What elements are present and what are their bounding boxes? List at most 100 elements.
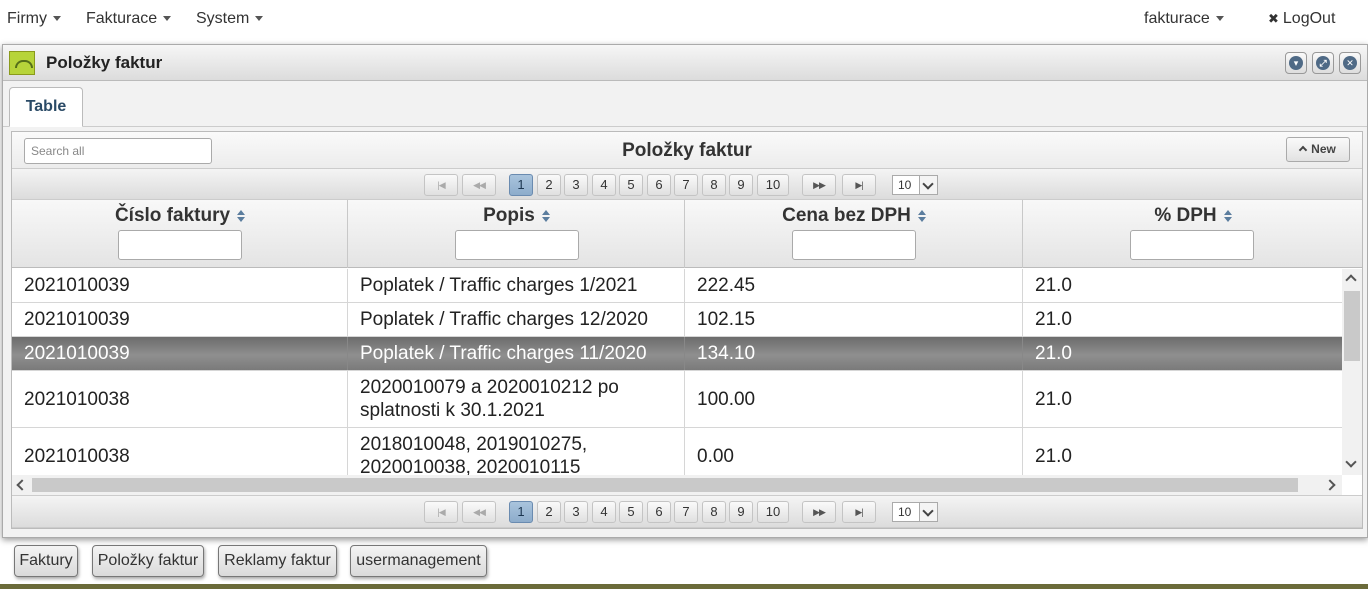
- close-window-button[interactable]: ✕: [1339, 52, 1361, 74]
- menu-fakturace-label: Fakturace: [86, 10, 158, 27]
- scroll-thumb[interactable]: [1344, 291, 1360, 361]
- paginator-bottom: |◀ ◀◀ 1 2 3 4 5 6 7 8 9 10 ▶▶ ▶| 10: [12, 495, 1362, 528]
- page-10-button[interactable]: 10: [757, 501, 789, 523]
- new-button[interactable]: New: [1286, 137, 1350, 162]
- last-page-button[interactable]: ▶|: [842, 501, 876, 523]
- page-10-button[interactable]: 10: [757, 174, 789, 196]
- cell-popis: 2018010048, 2019010275, 2020010038, 2020…: [348, 428, 685, 475]
- window-titlebar[interactable]: Položky faktur ▾ ⤢ ✕: [3, 45, 1367, 81]
- column-label: Popis: [483, 205, 535, 226]
- table-body: 2021010039 Poplatek / Traffic charges 1/…: [12, 269, 1342, 475]
- tab-bar: Table: [3, 81, 1367, 127]
- taskbar-faktury[interactable]: Faktury: [14, 545, 78, 577]
- chevron-down-icon: [255, 16, 264, 22]
- page-6-button[interactable]: 6: [647, 501, 671, 523]
- window-title: Položky faktur: [46, 53, 163, 72]
- rows-per-page-select[interactable]: 10: [892, 175, 938, 195]
- next-page-button[interactable]: ▶▶: [802, 174, 836, 196]
- menu-system[interactable]: System: [196, 10, 264, 28]
- cell-popis: Poplatek / Traffic charges 1/2021: [348, 269, 685, 302]
- page-8-button[interactable]: 8: [702, 174, 726, 196]
- new-button-label: New: [1311, 142, 1336, 156]
- taskbar-reklamy-faktur[interactable]: Reklamy faktur: [218, 545, 337, 577]
- page-4-button[interactable]: 4: [592, 501, 616, 523]
- filter-cena-input[interactable]: [792, 230, 916, 260]
- menu-fakturace[interactable]: Fakturace: [86, 10, 172, 28]
- chevron-down-icon[interactable]: [1345, 456, 1357, 468]
- page-1-button[interactable]: 1: [509, 501, 533, 523]
- sort-icon: [236, 210, 246, 222]
- page-7-button[interactable]: 7: [674, 501, 698, 523]
- logout-link[interactable]: ✖ LogOut: [1268, 10, 1335, 28]
- cell-dph: 21.0: [1035, 309, 1072, 330]
- prev-page-button[interactable]: ◀◀: [462, 501, 496, 523]
- table-row[interactable]: 2021010039 Poplatek / Traffic charges 12…: [12, 303, 1342, 337]
- page-5-button[interactable]: 5: [619, 501, 643, 523]
- first-page-button[interactable]: |◀: [424, 174, 458, 196]
- column-label: Cena bez DPH: [782, 205, 911, 226]
- column-header-popis[interactable]: Popis: [348, 200, 685, 268]
- cell-cislo: 2021010039: [12, 269, 348, 302]
- table-row[interactable]: 2021010038 2018010048, 2019010275, 20200…: [12, 428, 1342, 475]
- search-input[interactable]: [24, 138, 212, 164]
- filter-dph-input[interactable]: [1130, 230, 1254, 260]
- tab-table[interactable]: Table: [9, 87, 83, 127]
- column-header-dph[interactable]: % DPH: [1023, 200, 1362, 268]
- cell-dph: 21.0: [1035, 388, 1072, 410]
- chevron-down-icon: [52, 16, 61, 22]
- page-2-button[interactable]: 2: [537, 501, 561, 523]
- cell-cena: 134.10: [685, 337, 1023, 370]
- sort-icon: [541, 210, 550, 222]
- table-row[interactable]: 2021010038 2020010079 a 2020010212 po sp…: [12, 371, 1342, 428]
- menu-user[interactable]: fakturace: [1144, 10, 1224, 28]
- cell-popis: Poplatek / Traffic charges 12/2020: [348, 303, 685, 336]
- cell-cena: 222.45: [685, 269, 1023, 302]
- table-row[interactable]: 2021010039 Poplatek / Traffic charges 1/…: [12, 269, 1342, 303]
- page-6-button[interactable]: 6: [647, 174, 671, 196]
- next-page-button[interactable]: ▶▶: [802, 501, 836, 523]
- filter-popis-input[interactable]: [455, 230, 579, 260]
- last-page-button[interactable]: ▶|: [842, 174, 876, 196]
- vertical-scrollbar[interactable]: [1342, 269, 1362, 475]
- datatable: Položky faktur New |◀ ◀◀ 1 2 3 4 5 6 7 8…: [11, 131, 1363, 529]
- page-9-button[interactable]: 9: [729, 501, 753, 523]
- cell-dph: 21.0: [1035, 343, 1072, 364]
- chevron-down-icon: [919, 503, 937, 521]
- page-3-button[interactable]: 3: [564, 174, 588, 196]
- menu-firmy[interactable]: Firmy: [7, 10, 61, 28]
- page-7-button[interactable]: 7: [674, 174, 698, 196]
- cell-cena: 100.00: [685, 371, 1023, 427]
- cell-popis: 2020010079 a 2020010212 po splatnosti k …: [348, 371, 685, 427]
- horizontal-scrollbar[interactable]: [12, 475, 1342, 495]
- menu-user-label: fakturace: [1144, 10, 1210, 27]
- chevron-up-icon: [1298, 145, 1308, 155]
- page-2-button[interactable]: 2: [537, 174, 561, 196]
- cell-cislo: 2021010039: [12, 303, 348, 336]
- page-5-button[interactable]: 5: [619, 174, 643, 196]
- column-header-cislo[interactable]: Číslo faktury: [12, 200, 348, 268]
- top-menu-bar: Firmy Fakturace System fakturace ✖ LogOut: [0, 0, 1368, 37]
- filter-cislo-input[interactable]: [118, 230, 242, 260]
- rows-per-page-select[interactable]: 10: [892, 502, 938, 522]
- close-icon: ✕: [1343, 56, 1357, 70]
- page-9-button[interactable]: 9: [729, 174, 753, 196]
- chevron-left-icon[interactable]: [16, 479, 28, 491]
- app-logo: [9, 51, 35, 75]
- first-page-button[interactable]: |◀: [424, 501, 458, 523]
- chevron-right-icon[interactable]: [1324, 479, 1336, 491]
- minimize-button[interactable]: ▾: [1285, 52, 1307, 74]
- chevron-up-icon[interactable]: [1345, 274, 1357, 286]
- taskbar-polozky-faktur[interactable]: Položky faktur: [92, 545, 204, 577]
- prev-page-button[interactable]: ◀◀: [462, 174, 496, 196]
- scroll-thumb[interactable]: [32, 478, 1298, 492]
- taskbar-usermanagement[interactable]: usermanagement: [350, 545, 487, 577]
- maximize-button[interactable]: ⤢: [1312, 52, 1334, 74]
- page-3-button[interactable]: 3: [564, 501, 588, 523]
- page-4-button[interactable]: 4: [592, 174, 616, 196]
- page-1-button[interactable]: 1: [509, 174, 533, 196]
- table-row-selected[interactable]: 2021010039 Poplatek / Traffic charges 11…: [12, 337, 1342, 371]
- column-header-cena[interactable]: Cena bez DPH: [685, 200, 1023, 268]
- page-8-button[interactable]: 8: [702, 501, 726, 523]
- background-strip: [0, 584, 1368, 589]
- cell-popis: Poplatek / Traffic charges 11/2020: [348, 337, 685, 370]
